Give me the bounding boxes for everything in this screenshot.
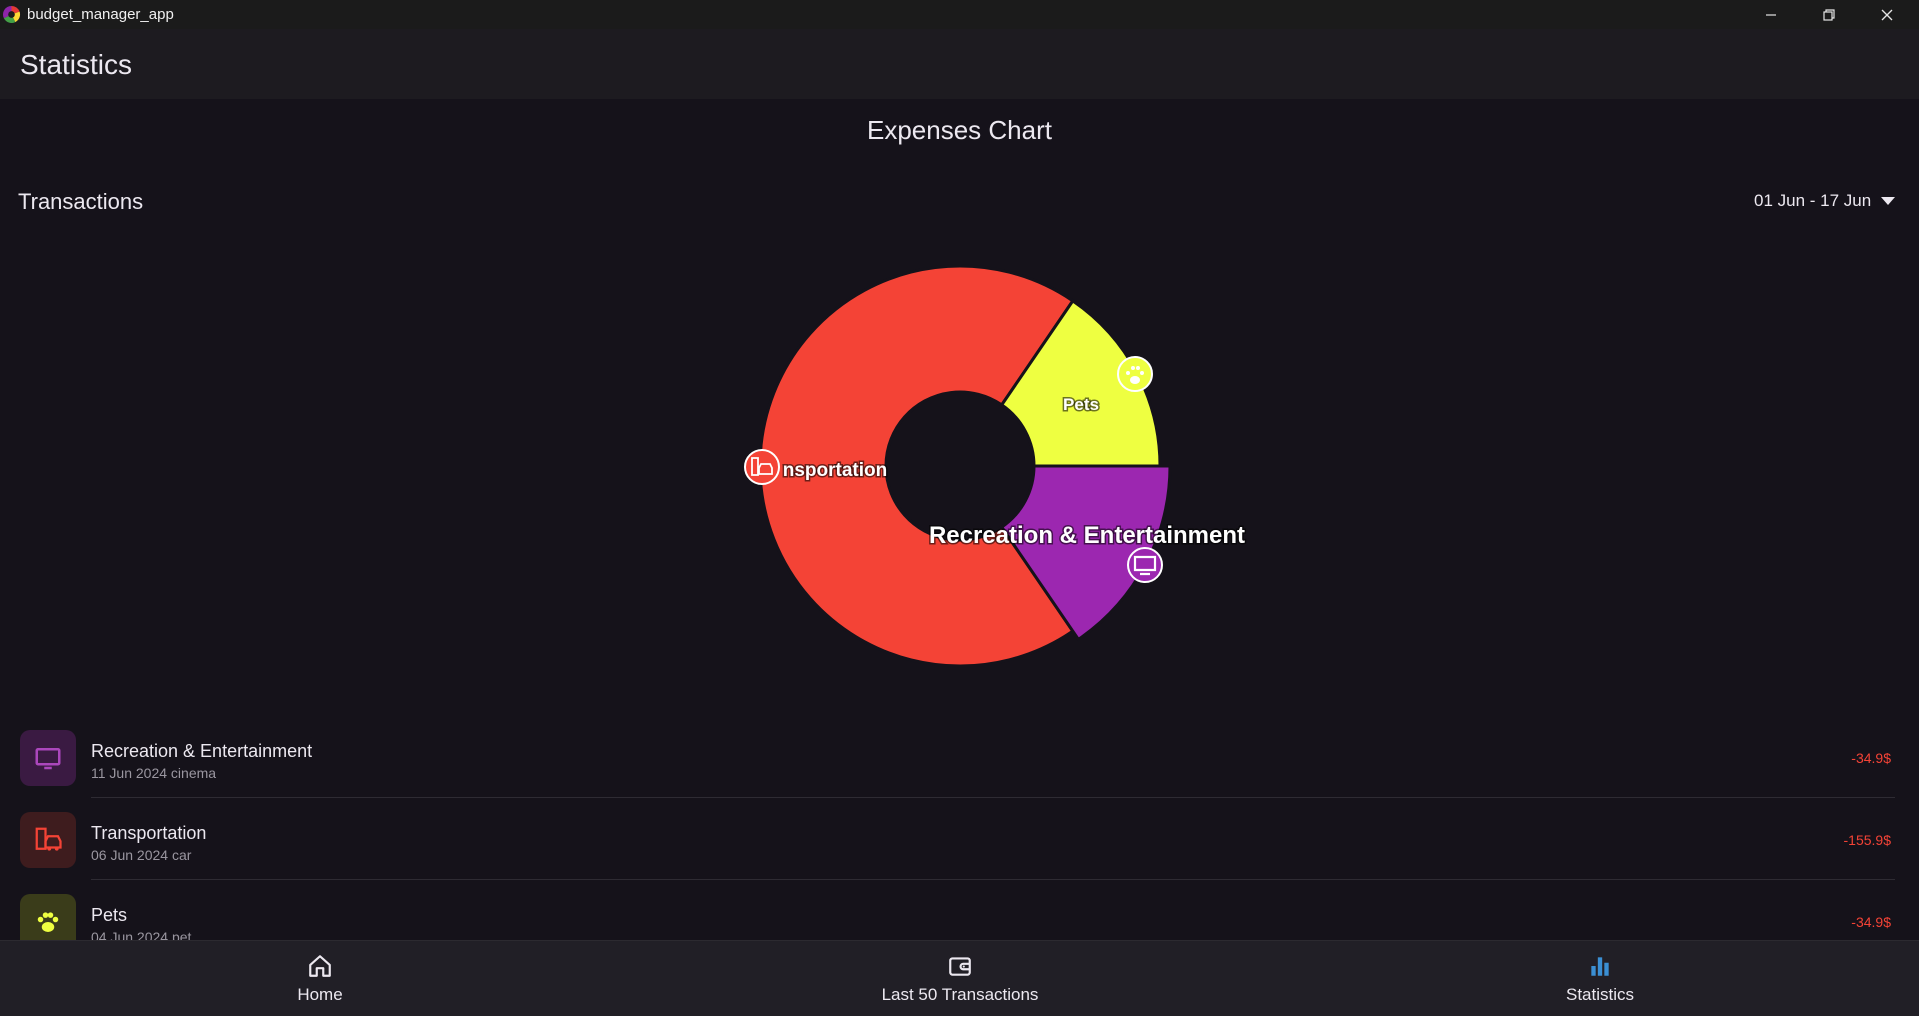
transaction-category: Pets [91, 905, 128, 925]
slice-label-pets: Pets [1063, 395, 1099, 414]
row-divider [91, 797, 1895, 798]
pets-icon-box [20, 894, 76, 940]
transaction-amount: -34.9$ [1851, 750, 1891, 766]
car-building-icon [744, 449, 780, 485]
transaction-row[interactable]: Recreation & Entertainment 11 Jun 2024 c… [0, 725, 1919, 807]
nav-stats-label: Statistics [1565, 985, 1635, 1004]
transaction-amount: -34.9$ [1851, 914, 1891, 930]
monitor-icon [35, 748, 61, 770]
nav-last-label: Last 50 Transactions [881, 985, 1039, 1004]
donut-chart-svg: nsportation Pets Recreation & Entertainmen… [744, 264, 1247, 668]
monitor-icon [1127, 547, 1163, 583]
transaction-row[interactable]: Pets 04 Jun 2024 pet -34.9$ [0, 889, 1919, 940]
slice-label-transportation: nsportation [783, 460, 888, 481]
transaction-subtitle: 06 Jun 2024 car [91, 847, 192, 863]
paw-icon [1117, 356, 1153, 392]
nav-home-label: Home [297, 985, 343, 1004]
transaction-category: Recreation & Entertainment [91, 741, 313, 761]
transaction-category: Transportation [91, 823, 207, 843]
nav-last-50-transactions[interactable]: Last 50 Transactions [860, 941, 1060, 1016]
transportation-icon-box [20, 812, 76, 868]
wallet-icon [949, 957, 971, 976]
recreation-icon-box [20, 730, 76, 786]
nav-statistics[interactable]: Statistics [1500, 941, 1700, 1016]
bar-chart-icon [1591, 957, 1609, 976]
row-divider [91, 879, 1895, 880]
transactions-list: Recreation & Entertainment 11 Jun 2024 c… [0, 725, 1919, 940]
home-icon [309, 955, 331, 977]
transaction-amount: -155.9$ [1843, 832, 1891, 848]
transaction-subtitle: 04 Jun 2024 pet [91, 929, 192, 940]
transaction-row[interactable]: Transportation 06 Jun 2024 car -155.9$ [0, 807, 1919, 889]
slice-label-recreation: Recreation & Entertainment [929, 522, 1245, 549]
expenses-chart: nsportation Pets Recreation & Entertainmen… [0, 0, 1919, 720]
transaction-subtitle: 11 Jun 2024 cinema [91, 765, 217, 781]
paw-icon [37, 912, 59, 932]
bottom-navigation: Home Last 50 Transactions Statistics [0, 940, 1919, 1016]
car-building-icon [35, 827, 62, 851]
nav-home[interactable]: Home [220, 941, 420, 1016]
